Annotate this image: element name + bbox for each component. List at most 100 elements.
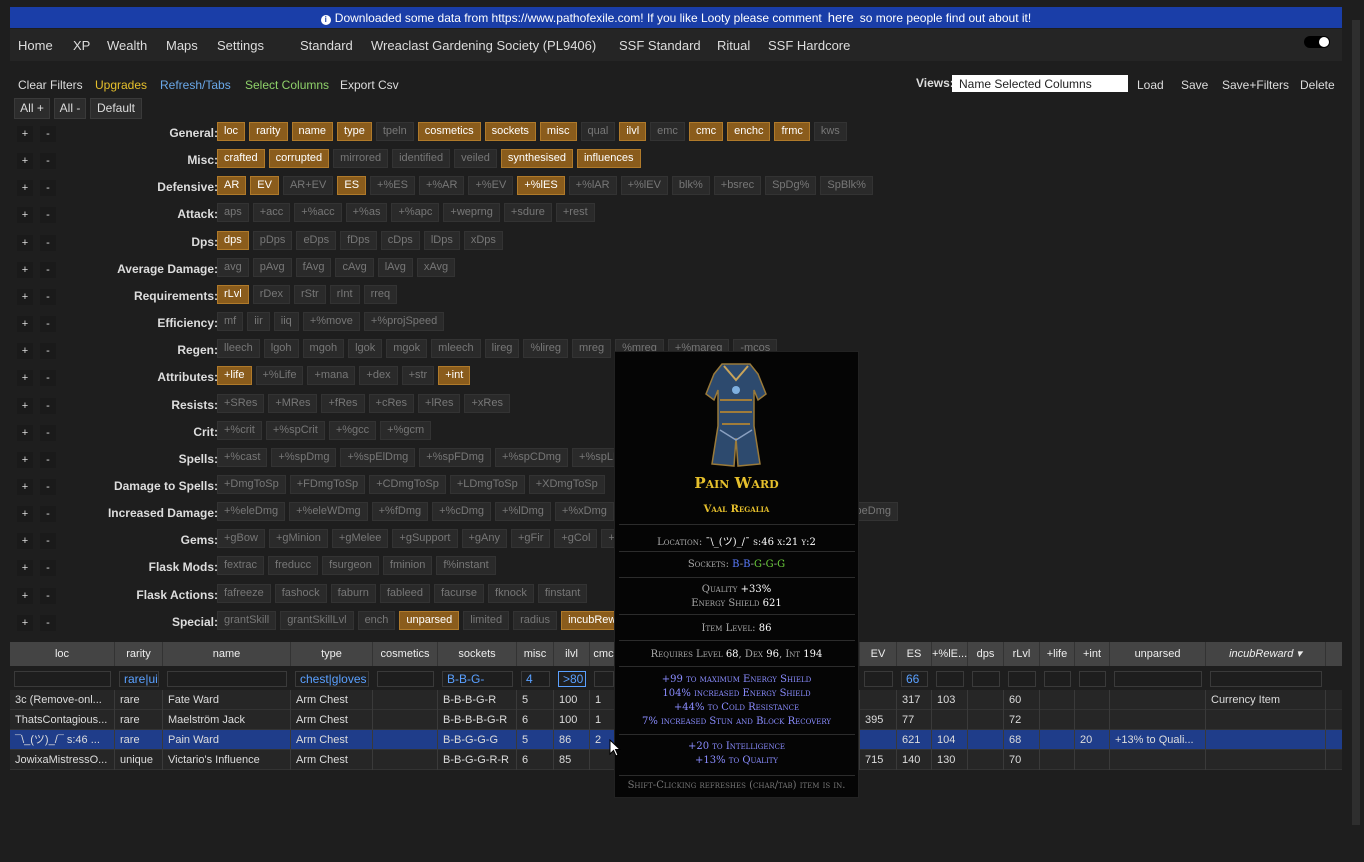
group-remove-all-button[interactable]: - xyxy=(40,180,56,197)
column-header[interactable]: dps xyxy=(968,642,1004,666)
group-remove-all-button[interactable]: - xyxy=(40,478,56,495)
group-add-all-button[interactable]: + xyxy=(17,180,33,197)
group-add-all-button[interactable]: + xyxy=(17,451,33,468)
column-header[interactable]: incubReward ▾ xyxy=(1206,642,1326,666)
league-private[interactable]: Wreaclast Gardening Society (PL9406) xyxy=(371,38,596,53)
column-header[interactable]: rLvl xyxy=(1004,642,1040,666)
group-add-all-button[interactable]: + xyxy=(17,397,33,414)
group-remove-all-button[interactable]: - xyxy=(40,370,56,387)
nav-wealth[interactable]: Wealth xyxy=(107,38,147,53)
export-csv-button[interactable]: Export Csv xyxy=(340,78,399,92)
column-chip[interactable]: +LDmgToSp xyxy=(449,474,525,494)
group-add-all-button[interactable]: + xyxy=(17,288,33,305)
column-chip[interactable]: misc xyxy=(539,122,577,141)
column-chip[interactable]: SpBlk% xyxy=(820,176,873,196)
column-chip[interactable]: fextrac xyxy=(217,556,265,576)
column-filter-input[interactable] xyxy=(1079,671,1106,687)
column-chip[interactable]: rDex xyxy=(252,284,290,304)
column-filter-input[interactable] xyxy=(167,671,287,687)
column-header[interactable]: sockets xyxy=(438,642,517,666)
column-chip[interactable]: fafreeze xyxy=(217,583,271,603)
column-chip[interactable]: finstant xyxy=(537,583,588,603)
column-chip[interactable]: +dex xyxy=(359,366,398,386)
group-remove-all-button[interactable]: - xyxy=(40,153,56,170)
column-chip[interactable]: lireg xyxy=(484,339,520,359)
column-chip[interactable]: +%xDmg xyxy=(554,502,614,522)
group-add-all-button[interactable]: + xyxy=(17,261,33,278)
column-filter-input[interactable] xyxy=(14,671,111,687)
group-add-all-button[interactable]: + xyxy=(17,316,33,333)
column-chip[interactable]: corrupted xyxy=(268,149,330,169)
nav-settings[interactable]: Settings xyxy=(217,38,264,53)
column-header[interactable]: misc xyxy=(517,642,554,666)
column-chip[interactable]: blk% xyxy=(671,176,710,196)
column-chip[interactable]: iiq xyxy=(273,312,299,332)
save-view-button[interactable]: Save xyxy=(1181,78,1208,92)
column-chip[interactable]: AR+EV xyxy=(282,176,334,196)
column-chip[interactable]: emc xyxy=(650,122,685,141)
column-chip[interactable]: mgok xyxy=(386,339,428,359)
column-chip[interactable]: +xRes xyxy=(464,393,510,413)
column-header[interactable]: ES xyxy=(897,642,932,666)
column-chip[interactable]: grantSkill xyxy=(217,610,277,630)
column-chip[interactable]: cAvg xyxy=(335,257,374,277)
column-filter-input[interactable] xyxy=(1044,671,1071,687)
column-chip[interactable]: +%lEV xyxy=(620,176,668,196)
column-chip[interactable]: +%cDmg xyxy=(432,502,492,522)
group-remove-all-button[interactable]: - xyxy=(40,207,56,224)
league-standard[interactable]: Standard xyxy=(300,38,353,53)
column-filter-input[interactable]: rare|ui xyxy=(119,671,159,687)
column-chip[interactable]: faburn xyxy=(330,583,376,603)
column-chip[interactable]: veiled xyxy=(454,149,497,169)
group-remove-all-button[interactable]: - xyxy=(40,343,56,360)
column-chip[interactable]: +weprng xyxy=(443,203,500,223)
column-chip[interactable]: +lRes xyxy=(418,393,461,413)
column-chip[interactable]: +%acc xyxy=(294,203,342,223)
banner-here-link[interactable]: here xyxy=(828,10,854,25)
column-chip[interactable]: pAvg xyxy=(252,257,292,277)
column-chip[interactable]: avg xyxy=(217,257,249,277)
group-remove-all-button[interactable]: - xyxy=(40,316,56,333)
group-remove-all-button[interactable]: - xyxy=(40,506,56,523)
column-chip[interactable]: +cRes xyxy=(368,393,415,413)
column-chip[interactable]: facurse xyxy=(433,583,485,603)
column-chip[interactable]: +gBow xyxy=(217,529,265,549)
column-header[interactable]: unparsed xyxy=(1110,642,1206,666)
group-remove-all-button[interactable]: - xyxy=(40,261,56,278)
league-ritual[interactable]: Ritual xyxy=(717,38,750,53)
column-chip[interactable]: rLvl xyxy=(217,284,249,304)
load-view-button[interactable]: Load xyxy=(1137,78,1164,92)
column-chip[interactable]: +%spElDmg xyxy=(340,447,416,467)
column-chip[interactable]: +fRes xyxy=(321,393,365,413)
column-filter-input[interactable] xyxy=(864,671,893,687)
column-chip[interactable]: +%spFDmg xyxy=(419,447,492,467)
column-chip[interactable]: f%instant xyxy=(436,556,496,576)
column-chip[interactable]: AR xyxy=(217,176,247,196)
column-chip[interactable]: %lireg xyxy=(523,339,569,359)
group-remove-all-button[interactable]: - xyxy=(40,234,56,251)
column-chip[interactable]: lDps xyxy=(423,230,460,250)
column-chip[interactable]: dps xyxy=(217,230,249,250)
column-chip[interactable]: pDps xyxy=(252,230,293,250)
column-chip[interactable]: +%gcm xyxy=(380,420,432,440)
column-chip[interactable]: qual xyxy=(580,122,616,141)
column-chip[interactable]: +gMelee xyxy=(331,529,389,549)
column-chip[interactable]: name xyxy=(291,122,334,141)
column-chip[interactable]: +bsrec xyxy=(713,176,762,196)
group-add-all-button[interactable]: + xyxy=(17,506,33,523)
column-chip[interactable]: +%crit xyxy=(217,420,262,440)
column-chip[interactable]: tpeln xyxy=(375,122,414,141)
column-chip[interactable]: ench xyxy=(357,610,396,630)
column-chip[interactable]: fknock xyxy=(488,583,534,603)
column-chip[interactable]: +int xyxy=(438,366,471,386)
group-add-all-button[interactable]: + xyxy=(17,614,33,631)
column-chip[interactable]: +%move xyxy=(302,312,360,332)
group-remove-all-button[interactable]: - xyxy=(40,451,56,468)
group-add-all-button[interactable]: + xyxy=(17,560,33,577)
column-chip[interactable]: rInt xyxy=(329,284,360,304)
column-chip[interactable]: mf xyxy=(217,312,244,332)
column-chip[interactable]: +acc xyxy=(252,203,291,223)
column-chip[interactable]: +%spCDmg xyxy=(495,447,569,467)
column-chip[interactable]: +%apc xyxy=(391,203,440,223)
column-chip[interactable]: fDps xyxy=(340,230,377,250)
